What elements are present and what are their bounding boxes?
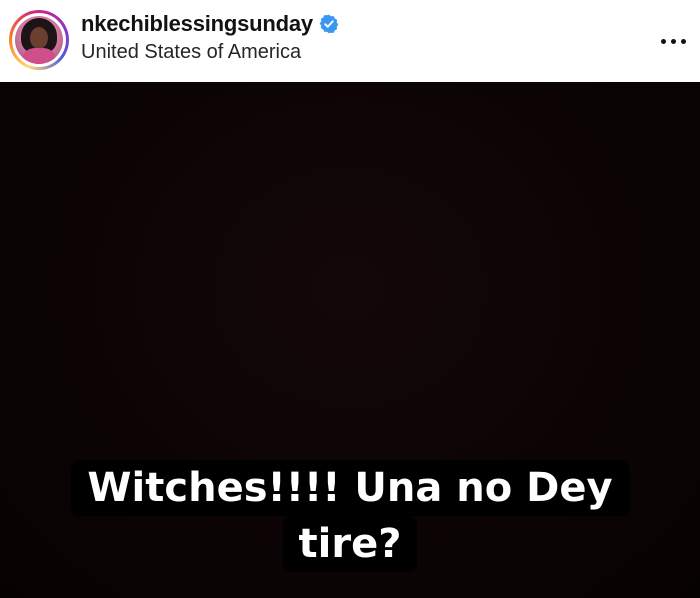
more-dot xyxy=(680,38,686,44)
post-media[interactable]: Witches!!!! Una no Dey tire? xyxy=(0,82,700,598)
username-link[interactable]: nkechiblessingsunday xyxy=(81,11,313,37)
story-ring[interactable] xyxy=(9,10,69,70)
avatar-body xyxy=(23,48,55,64)
caption-line-1: Witches!!!! Una no Dey xyxy=(71,460,629,516)
verified-badge-icon xyxy=(319,14,339,34)
username-row: nkechiblessingsunday xyxy=(81,11,339,37)
instagram-post: nkechiblessingsunday United States of Am… xyxy=(0,0,700,598)
post-header: nkechiblessingsunday United States of Am… xyxy=(0,0,700,82)
avatar[interactable] xyxy=(15,16,63,64)
caption-line-2: tire? xyxy=(282,516,418,572)
more-options-icon[interactable] xyxy=(656,24,690,58)
avatar-face xyxy=(30,27,48,49)
location-link[interactable]: United States of America xyxy=(81,40,301,64)
more-dot xyxy=(660,38,666,44)
story-caption: Witches!!!! Una no Dey tire? xyxy=(0,460,700,572)
avatar-border xyxy=(12,13,66,67)
more-dot xyxy=(670,38,676,44)
